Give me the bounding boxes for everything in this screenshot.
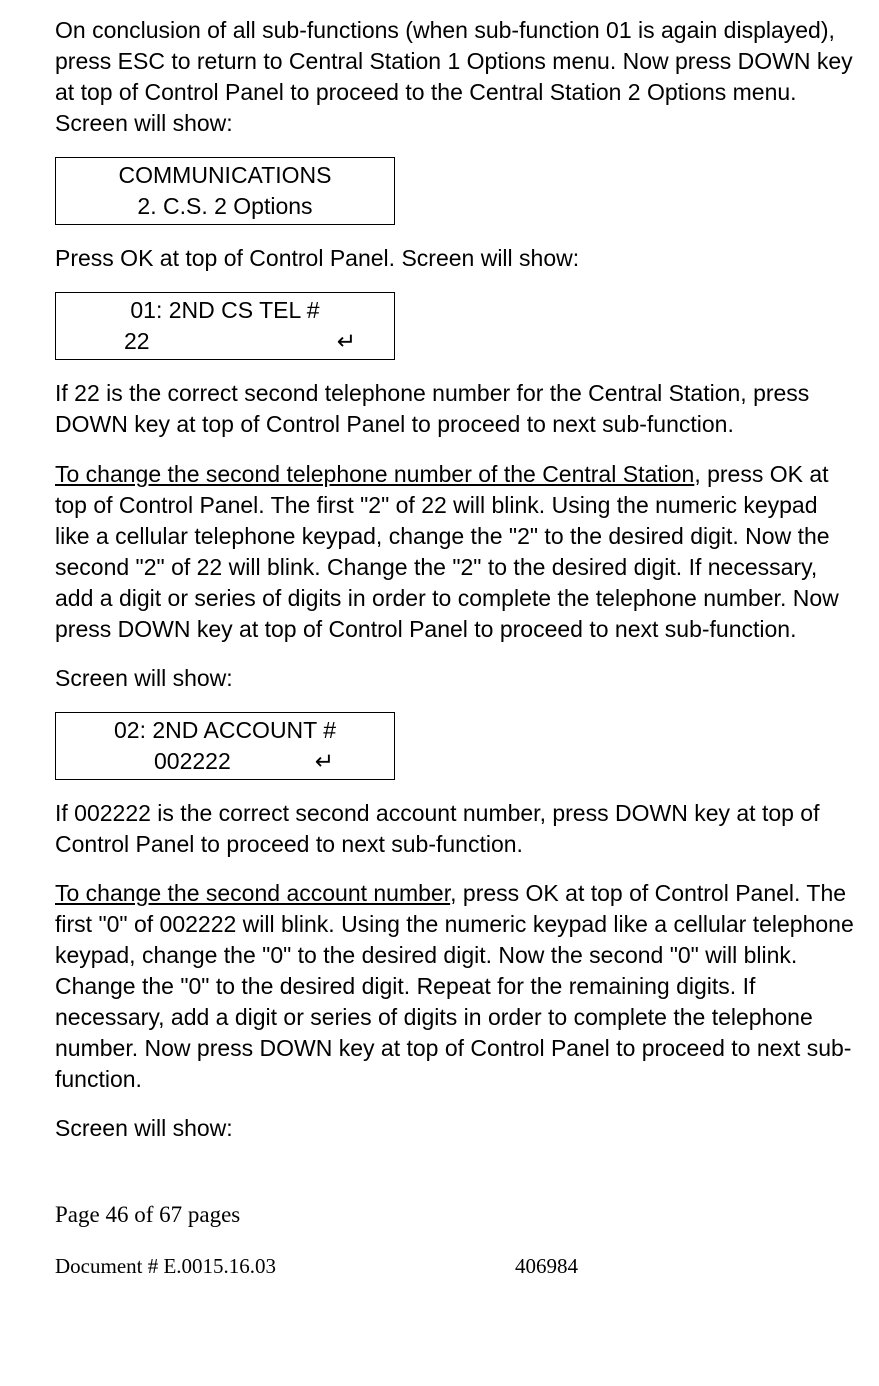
- underlined-heading: To change the second telephone number of…: [55, 461, 694, 487]
- lcd-display-account: 02: 2ND ACCOUNT # 002222 ↵: [55, 712, 395, 780]
- lcd-value: 22: [124, 326, 150, 357]
- paragraph: To change the second telephone number of…: [55, 459, 854, 645]
- lcd-value: 002222: [154, 746, 231, 777]
- paragraph: If 002222 is the correct second account …: [55, 798, 854, 860]
- lcd-row: 002222 ↵: [56, 746, 394, 777]
- doc-id: 406984: [515, 1252, 578, 1280]
- lcd-row: 22 ↵: [56, 326, 394, 357]
- paragraph: Press OK at top of Control Panel. Screen…: [55, 243, 854, 274]
- lcd-display-communications: COMMUNICATIONS 2. C.S. 2 Options: [55, 157, 395, 225]
- lcd-display-tel: 01: 2ND CS TEL # 22 ↵: [55, 292, 395, 360]
- page-number: Page 46 of 67 pages: [55, 1199, 854, 1230]
- paragraph: Screen will show:: [55, 1113, 854, 1144]
- page-footer: Page 46 of 67 pages Document # E.0015.16…: [55, 1199, 854, 1280]
- paragraph: Screen will show:: [55, 663, 854, 694]
- paragraph-text: , press OK at top of Control Panel. The …: [55, 880, 854, 1092]
- lcd-line: 01: 2ND CS TEL #: [56, 295, 394, 326]
- document-info-row: Document # E.0015.16.03 406984: [55, 1252, 854, 1280]
- paragraph: If 22 is the correct second telephone nu…: [55, 378, 854, 440]
- paragraph: To change the second account number, pre…: [55, 878, 854, 1095]
- underlined-heading: To change the second account number: [55, 880, 450, 906]
- lcd-line: 02: 2ND ACCOUNT #: [56, 715, 394, 746]
- return-icon: ↵: [337, 326, 356, 357]
- paragraph-text: , press OK at top of Control Panel. The …: [55, 461, 839, 642]
- return-icon: ↵: [315, 746, 334, 777]
- lcd-line: 2. C.S. 2 Options: [56, 191, 394, 222]
- paragraph: On conclusion of all sub-functions (when…: [55, 15, 854, 139]
- lcd-line: COMMUNICATIONS: [56, 160, 394, 191]
- document-number: Document # E.0015.16.03: [55, 1252, 515, 1280]
